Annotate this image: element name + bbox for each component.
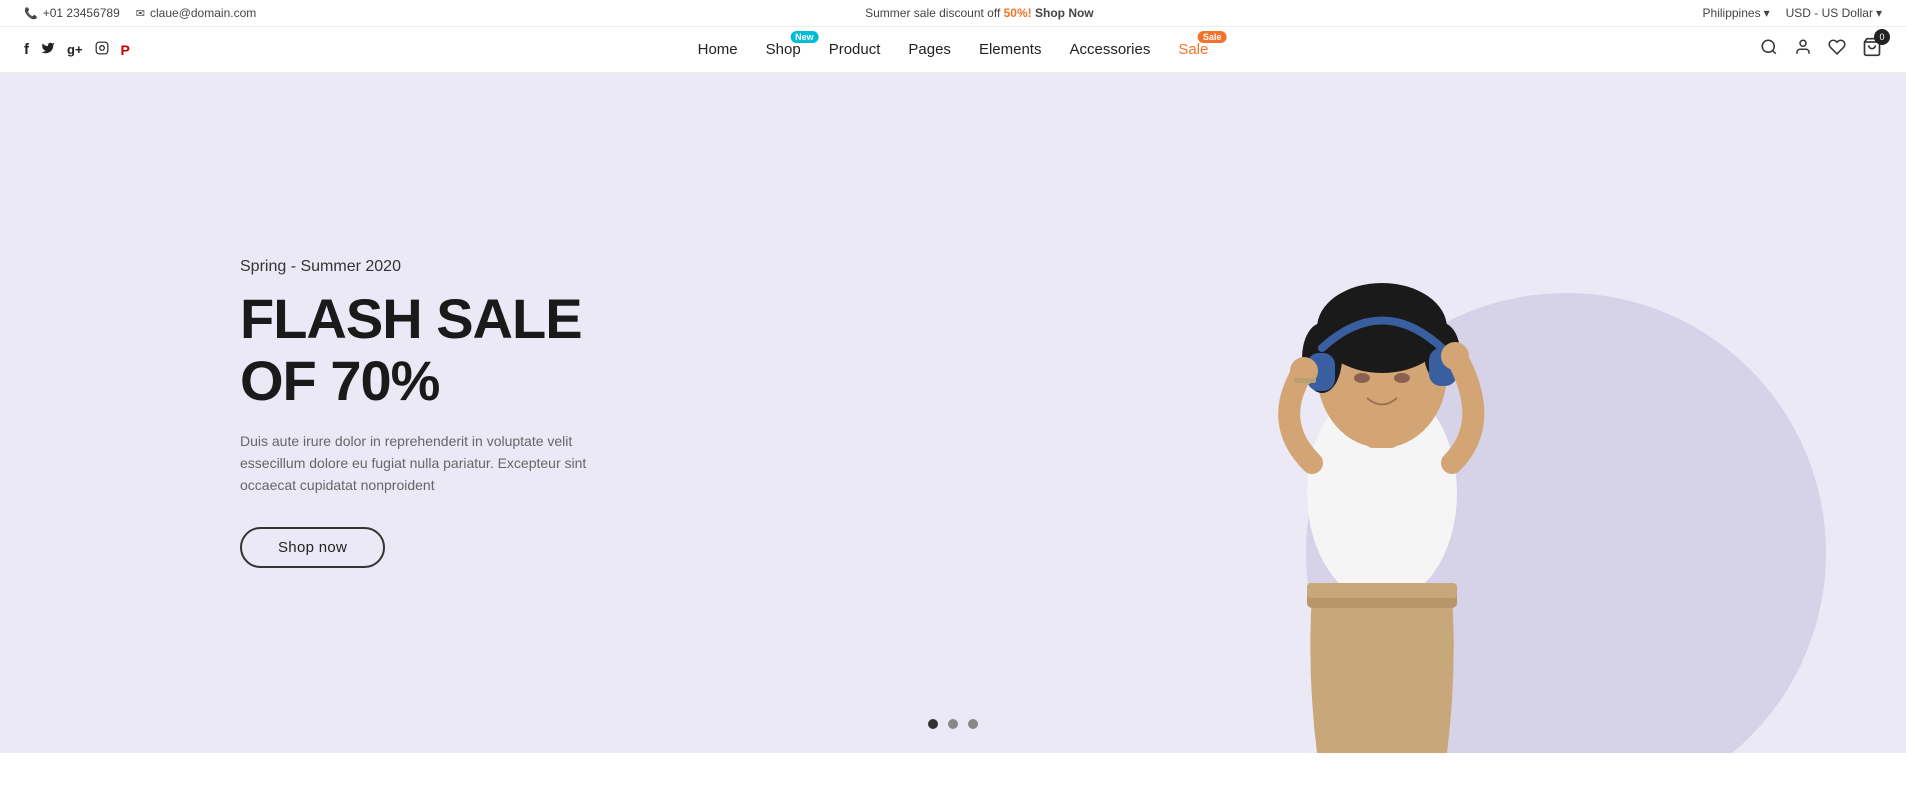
top-bar-left: 📞 +01 23456789 ✉ claue@domain.com [24, 6, 256, 20]
googleplus-icon[interactable]: g+ [67, 42, 83, 57]
email-contact: ✉ claue@domain.com [136, 6, 256, 20]
account-icon[interactable] [1794, 38, 1812, 61]
search-icon[interactable] [1760, 38, 1778, 61]
hero-subtitle: Spring - Summer 2020 [240, 258, 600, 276]
slider-dots [928, 719, 978, 729]
header: f g+ P Home Shop New Product Pages Eleme… [0, 27, 1906, 73]
currency-selector[interactable]: USD - US Dollar ▾ [1786, 6, 1882, 20]
hero-title: FLASH SALE OF 70% [240, 288, 600, 411]
hero-image-area [858, 73, 1906, 753]
nav-accessories[interactable]: Accessories [1069, 41, 1150, 58]
nav-shop[interactable]: Shop New [766, 41, 801, 58]
facebook-icon[interactable]: f [24, 41, 29, 58]
email-address: claue@domain.com [150, 6, 256, 20]
phone-contact: 📞 +01 23456789 [24, 6, 120, 20]
sale-badge: Sale [1198, 31, 1227, 43]
email-icon: ✉ [136, 7, 145, 20]
header-icons: 0 [1760, 37, 1882, 62]
hero-person-image [1172, 173, 1592, 753]
nav-product[interactable]: Product [829, 41, 881, 58]
top-bar-right: Philippines ▾ USD - US Dollar ▾ [1703, 6, 1882, 20]
chevron-down-icon: ▾ [1876, 6, 1882, 20]
announcement-highlight: 50%! [1004, 6, 1032, 20]
announcement-link[interactable]: Shop Now [1035, 6, 1094, 20]
phone-number: +01 23456789 [43, 6, 120, 20]
announcement-bar: Summer sale discount off 50%! Shop Now [256, 6, 1702, 20]
region-selector[interactable]: Philippines ▾ [1703, 6, 1770, 20]
cart-count: 0 [1874, 29, 1890, 45]
hero-person-svg [1172, 173, 1592, 753]
chevron-down-icon: ▾ [1764, 6, 1770, 20]
shop-new-badge: New [790, 31, 819, 43]
slider-dot-3[interactable] [968, 719, 978, 729]
nav-elements[interactable]: Elements [979, 41, 1042, 58]
cart-icon[interactable]: 0 [1862, 37, 1882, 62]
top-bar: 📞 +01 23456789 ✉ claue@domain.com Summer… [0, 0, 1906, 27]
hero-content: Spring - Summer 2020 FLASH SALE OF 70% D… [0, 258, 600, 567]
instagram-icon[interactable] [95, 41, 109, 58]
wishlist-icon[interactable] [1828, 38, 1846, 61]
shop-now-button[interactable]: Shop now [240, 527, 385, 568]
social-icons: f g+ P [24, 41, 130, 59]
nav-sale[interactable]: Sale Sale [1178, 41, 1208, 58]
phone-icon: 📞 [24, 7, 38, 20]
twitter-icon[interactable] [41, 41, 55, 59]
slider-dot-2[interactable] [948, 719, 958, 729]
slider-dot-1[interactable] [928, 719, 938, 729]
nav-pages[interactable]: Pages [908, 41, 951, 58]
announcement-text: Summer sale discount off [865, 6, 1004, 20]
main-nav: Home Shop New Product Pages Elements Acc… [698, 41, 1209, 58]
nav-home[interactable]: Home [698, 41, 738, 58]
pinterest-icon[interactable]: P [121, 42, 130, 58]
hero-section: Spring - Summer 2020 FLASH SALE OF 70% D… [0, 73, 1906, 753]
hero-description: Duis aute irure dolor in reprehenderit i… [240, 430, 600, 497]
